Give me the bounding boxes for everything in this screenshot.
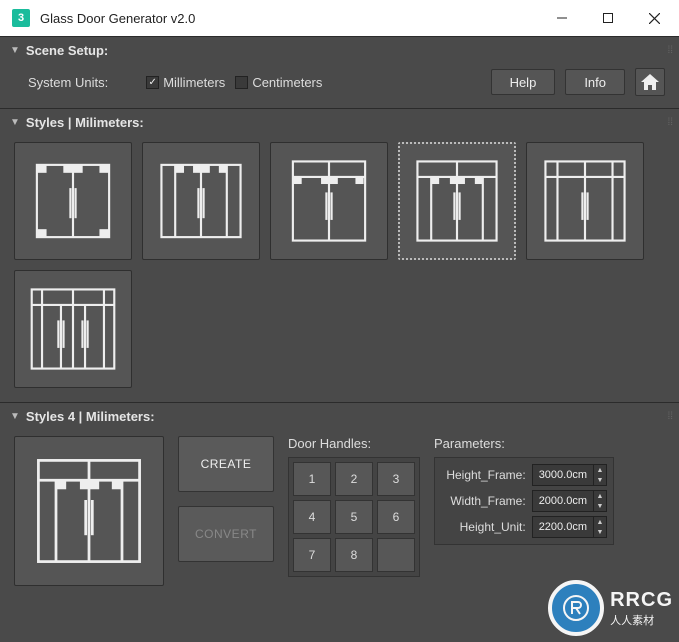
app-icon: 3 bbox=[12, 9, 30, 27]
window-title: Glass Door Generator v2.0 bbox=[40, 11, 539, 26]
create-button[interactable]: CREATE bbox=[178, 436, 274, 492]
spinner-down-icon[interactable]: ▼ bbox=[594, 501, 606, 511]
style-detail-header[interactable]: ▼ Styles 4 | Milimeters: ⁞⁞ bbox=[0, 403, 679, 428]
handle-button-8[interactable]: 8 bbox=[335, 538, 373, 572]
spinner-down-icon[interactable]: ▼ bbox=[594, 475, 606, 485]
handle-button-6[interactable]: 6 bbox=[377, 500, 415, 534]
checkbox-checked-icon: ✓ bbox=[146, 76, 159, 89]
maximize-button[interactable] bbox=[585, 0, 631, 36]
param-row-height-frame: Height_Frame: 3000.0cm ▲▼ bbox=[441, 464, 607, 486]
door-handles-title: Door Handles: bbox=[288, 436, 420, 451]
convert-button[interactable]: CONVERT bbox=[178, 506, 274, 562]
parameters-box: Height_Frame: 3000.0cm ▲▼ Width_Frame: 2… bbox=[434, 457, 614, 545]
style-detail-title: Styles 4 | Milimeters: bbox=[26, 409, 155, 424]
scene-setup-title: Scene Setup: bbox=[26, 43, 108, 58]
spinner-value: 2200.0cm bbox=[533, 521, 593, 533]
handle-button-2[interactable]: 2 bbox=[335, 462, 373, 496]
scene-setup-header[interactable]: ▼ Scene Setup: ⁞⁞ bbox=[0, 37, 679, 62]
watermark-text: RRCG bbox=[610, 589, 673, 612]
style-tile-1[interactable] bbox=[14, 142, 132, 260]
spinner-value: 2000.0cm bbox=[533, 495, 593, 507]
width-frame-spinner[interactable]: 2000.0cm ▲▼ bbox=[532, 490, 607, 512]
spinner-value: 3000.0cm bbox=[533, 469, 593, 481]
handle-button-5[interactable]: 5 bbox=[335, 500, 373, 534]
handle-button-3[interactable]: 3 bbox=[377, 462, 415, 496]
grip-icon: ⁞⁞ bbox=[667, 117, 673, 128]
close-button[interactable] bbox=[631, 0, 677, 36]
param-row-height-unit: Height_Unit: 2200.0cm ▲▼ bbox=[441, 516, 607, 538]
handle-button-7[interactable]: 7 bbox=[293, 538, 331, 572]
spinner-up-icon[interactable]: ▲ bbox=[594, 517, 606, 527]
style-tile-4[interactable] bbox=[398, 142, 516, 260]
style-tile-3[interactable] bbox=[270, 142, 388, 260]
style-tile-6[interactable] bbox=[14, 270, 132, 388]
height-frame-spinner[interactable]: 3000.0cm ▲▼ bbox=[532, 464, 607, 486]
minimize-button[interactable] bbox=[539, 0, 585, 36]
titlebar: 3 Glass Door Generator v2.0 bbox=[0, 0, 679, 36]
watermark-subtext: 人人素材 bbox=[610, 612, 673, 628]
handle-button-1[interactable]: 1 bbox=[293, 462, 331, 496]
action-column: CREATE CONVERT bbox=[178, 436, 274, 562]
spinner-up-icon[interactable]: ▲ bbox=[594, 491, 606, 501]
param-row-width-frame: Width_Frame: 2000.0cm ▲▼ bbox=[441, 490, 607, 512]
param-label: Width_Frame: bbox=[441, 494, 526, 508]
style-tile-2[interactable] bbox=[142, 142, 260, 260]
handle-button-empty bbox=[377, 538, 415, 572]
chevron-down-icon: ▼ bbox=[10, 117, 20, 128]
handle-button-4[interactable]: 4 bbox=[293, 500, 331, 534]
grip-icon: ⁞⁞ bbox=[667, 45, 673, 56]
home-button[interactable] bbox=[635, 68, 665, 96]
chevron-down-icon: ▼ bbox=[10, 411, 20, 422]
chevron-down-icon: ▼ bbox=[10, 45, 20, 56]
millimeters-checkbox[interactable]: ✓ Millimeters bbox=[146, 75, 225, 90]
height-unit-spinner[interactable]: 2200.0cm ▲▼ bbox=[532, 516, 607, 538]
system-units-label: System Units: bbox=[28, 75, 108, 90]
door-handles-grid: 1 2 3 4 5 6 7 8 bbox=[288, 457, 420, 577]
checkbox-icon bbox=[235, 76, 248, 89]
watermark: RRCG 人人素材 bbox=[548, 580, 673, 636]
millimeters-label: Millimeters bbox=[163, 75, 225, 90]
centimeters-checkbox[interactable]: Centimeters bbox=[235, 75, 322, 90]
style-detail-panel: ▼ Styles 4 | Milimeters: ⁞⁞ CREATE CONVE… bbox=[0, 402, 679, 600]
spinner-down-icon[interactable]: ▼ bbox=[594, 527, 606, 537]
watermark-logo-icon bbox=[548, 580, 604, 636]
style-tile-5[interactable] bbox=[526, 142, 644, 260]
home-icon bbox=[640, 73, 660, 91]
parameters-group: Parameters: Height_Frame: 3000.0cm ▲▼ Wi… bbox=[434, 436, 614, 545]
parameters-title: Parameters: bbox=[434, 436, 614, 451]
help-button[interactable]: Help bbox=[491, 69, 556, 95]
door-handles-group: Door Handles: 1 2 3 4 5 6 7 8 bbox=[288, 436, 420, 577]
spinner-up-icon[interactable]: ▲ bbox=[594, 465, 606, 475]
style-preview bbox=[14, 436, 164, 586]
styles-panel: ▼ Styles | Milimeters: ⁞⁞ bbox=[0, 108, 679, 402]
param-label: Height_Unit: bbox=[441, 520, 526, 534]
styles-grid bbox=[0, 134, 679, 402]
styles-title: Styles | Milimeters: bbox=[26, 115, 144, 130]
info-button[interactable]: Info bbox=[565, 69, 625, 95]
scene-setup-panel: ▼ Scene Setup: ⁞⁞ System Units: ✓ Millim… bbox=[0, 36, 679, 108]
param-label: Height_Frame: bbox=[441, 468, 526, 482]
centimeters-label: Centimeters bbox=[252, 75, 322, 90]
styles-header[interactable]: ▼ Styles | Milimeters: ⁞⁞ bbox=[0, 109, 679, 134]
grip-icon: ⁞⁞ bbox=[667, 411, 673, 422]
